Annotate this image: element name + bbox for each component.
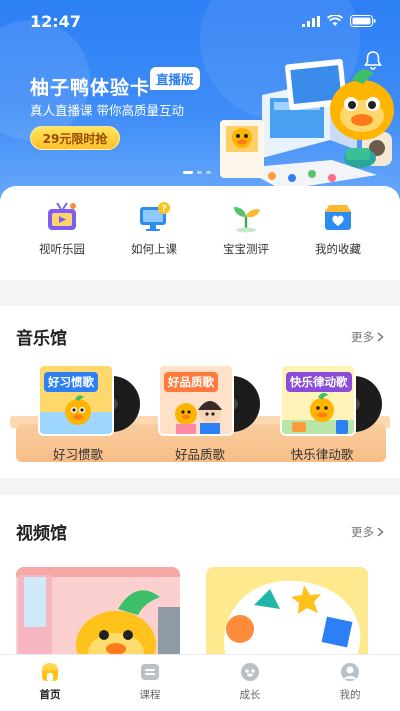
album-good-habits[interactable]: 好习惯歌 xyxy=(38,364,140,444)
video-section: 视频馆 更多 xyxy=(0,495,400,657)
album-cover: 快乐律动歌 xyxy=(280,364,356,436)
album-badge: 好习惯歌 xyxy=(44,372,98,392)
quick-entry-how-to-class[interactable]: ? 如何上课 xyxy=(119,200,189,280)
wifi-icon xyxy=(327,15,343,26)
chevron-right-icon xyxy=(377,331,384,342)
status-icons xyxy=(302,15,376,27)
chevron-right-icon xyxy=(377,526,384,537)
music-section: 音乐馆 更多 好习惯歌 好习惯歌 好品质歌 好品质歌 快乐律动歌 快乐律动歌 xyxy=(0,306,400,478)
home-icon xyxy=(42,663,58,681)
quick-entry-favorites[interactable]: 我的收藏 xyxy=(303,200,373,280)
carousel-dot xyxy=(197,171,202,174)
status-time: 12:47 xyxy=(30,12,81,31)
album-cover: 好品质歌 xyxy=(158,364,234,436)
tab-profile[interactable]: 我的 xyxy=(300,655,400,711)
carousel-dot xyxy=(206,171,211,174)
album-happy-rhythm[interactable]: 快乐律动歌 xyxy=(280,364,382,444)
battery-icon xyxy=(350,15,376,27)
album-label: 好习惯歌 xyxy=(52,447,103,462)
video-more-link[interactable]: 更多 xyxy=(351,524,384,540)
album-good-character[interactable]: 好品质歌 xyxy=(158,364,260,444)
video-thumbnail[interactable] xyxy=(16,567,180,657)
video-section-header: 视频馆 更多 xyxy=(16,519,384,544)
status-bar: 12:47 xyxy=(0,0,400,44)
album-badge: 快乐律动歌 xyxy=(286,372,352,392)
tab-growth[interactable]: 成长 xyxy=(200,655,300,711)
hero-title: 柚子鸭体验卡 xyxy=(30,77,151,99)
tab-label: 我的 xyxy=(339,689,361,701)
quick-entry-assessment[interactable]: 宝宝测评 xyxy=(211,200,281,280)
hero-tag: 直播版 xyxy=(150,67,200,90)
video-thumbnail-illustration xyxy=(206,567,368,657)
quick-entry-bar: 视听乐园 ? 如何上课 宝宝测评 我的收藏 xyxy=(0,186,400,280)
favorite-box-icon xyxy=(325,205,351,230)
tab-label: 课程 xyxy=(139,689,161,701)
quick-entry-label: 宝宝测评 xyxy=(223,242,269,256)
album-label: 快乐律动歌 xyxy=(290,447,354,462)
music-more-link[interactable]: 更多 xyxy=(351,329,384,345)
hero-subtitle: 真人直播课 带你高质量互动 xyxy=(30,103,184,118)
bottom-tab-bar: 首页 课程 成长 我的 xyxy=(0,654,400,711)
video-thumbnail[interactable] xyxy=(206,567,368,657)
quick-entry-label: 视听乐园 xyxy=(39,242,85,256)
more-label: 更多 xyxy=(351,329,374,344)
tab-label: 首页 xyxy=(39,689,61,701)
video-thumbnail-illustration xyxy=(16,567,180,657)
svg-text:?: ? xyxy=(161,205,166,215)
growth-icon xyxy=(241,663,259,681)
carousel-dot xyxy=(183,171,193,174)
tab-label: 成长 xyxy=(239,689,261,701)
tv-icon xyxy=(48,202,76,230)
video-section-title: 视频馆 xyxy=(16,524,67,544)
notification-bell-icon[interactable] xyxy=(364,50,382,70)
profile-icon xyxy=(341,663,359,681)
tab-course[interactable]: 课程 xyxy=(100,655,200,711)
signal-icon xyxy=(302,16,320,27)
carousel-indicator xyxy=(183,171,211,174)
hero-banner[interactable]: 12:47 柚子鸭体验卡 直播版 真人直播课 带你高质量互动 29元限时抢 xyxy=(0,0,400,200)
album-badge: 好品质歌 xyxy=(164,372,218,392)
more-label: 更多 xyxy=(351,524,374,539)
quick-entry-label: 如何上课 xyxy=(131,242,177,256)
hero-cta-button[interactable]: 29元限时抢 xyxy=(30,126,120,150)
album-label: 好品质歌 xyxy=(174,447,225,462)
tab-home[interactable]: 首页 xyxy=(0,655,100,711)
monitor-help-icon: ? xyxy=(140,202,170,231)
music-section-title: 音乐馆 xyxy=(16,329,67,349)
music-section-header: 音乐馆 更多 xyxy=(16,324,384,349)
album-cover: 好习惯歌 xyxy=(38,364,114,436)
quick-entry-audiovisual[interactable]: 视听乐园 xyxy=(27,200,97,280)
course-icon xyxy=(141,664,159,680)
quick-entry-label: 我的收藏 xyxy=(315,242,361,256)
sprout-icon xyxy=(234,207,260,233)
